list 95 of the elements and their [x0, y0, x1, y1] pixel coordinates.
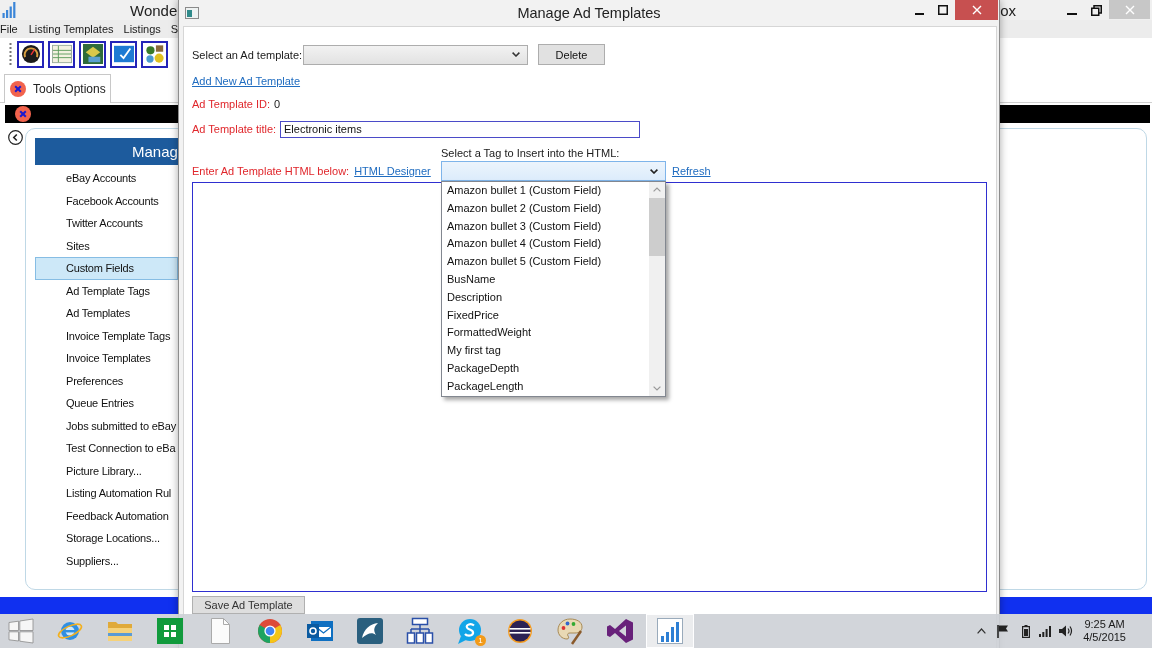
sidebar-item[interactable]: Ad Template Tags: [35, 279, 178, 302]
dropdown-option[interactable]: Amazon bullet 4 (Custom Field): [442, 235, 649, 254]
dropdown-option[interactable]: PackageLength: [442, 377, 649, 396]
palette-icon[interactable]: [556, 617, 584, 645]
close-icon[interactable]: [15, 106, 31, 122]
chevron-up-icon[interactable]: [977, 628, 987, 634]
battery-icon[interactable]: [1022, 624, 1031, 638]
gauge-icon: [20, 44, 41, 64]
dropdown-option[interactable]: BusName: [442, 271, 649, 289]
dropdown-option[interactable]: Amazon bullet 3 (Custom Field): [442, 217, 649, 236]
checkmark-icon: [113, 44, 134, 64]
toolbar-button[interactable]: [110, 40, 137, 68]
scrollbar-thumb[interactable]: [649, 198, 665, 256]
sidebar-item[interactable]: Sites: [35, 234, 178, 257]
table-icon: [51, 44, 72, 64]
toolbar-button[interactable]: [141, 40, 168, 68]
sidebar-item[interactable]: Facebook Accounts: [35, 189, 178, 212]
dropdown-option[interactable]: Amazon bullet 2 (Custom Field): [442, 199, 649, 218]
field-label: Ad Template ID:: [192, 98, 271, 110]
sidebar-item[interactable]: Twitter Accounts: [35, 212, 178, 235]
dropdown-option[interactable]: Amazon bullet 1 (Custom Field): [442, 182, 649, 200]
maximize-icon[interactable]: [938, 5, 948, 15]
sidebar-item[interactable]: Suppliers...: [35, 549, 178, 572]
chat-bubble-icon[interactable]: [456, 617, 484, 645]
close-icon: [971, 5, 982, 15]
chevron-down-icon: [650, 168, 658, 174]
sidebar-item[interactable]: Ad Templates: [35, 302, 178, 325]
tab[interactable]: Tools Options: [4, 74, 111, 103]
dropdown-option[interactable]: FixedPrice: [442, 306, 649, 325]
toolbar-button[interactable]: [48, 40, 75, 68]
sidebar-item[interactable]: Listing Automation Rul: [35, 482, 178, 505]
notification-badge: 1: [475, 635, 486, 646]
template-id: 0: [274, 98, 281, 110]
dropdown-option[interactable]: My first tag: [442, 342, 649, 360]
scrollbar[interactable]: [649, 182, 665, 396]
sidebar-item[interactable]: Invoice Templates: [35, 347, 178, 370]
field-label: Ad Template title:: [192, 123, 278, 135]
field-label: Select a Tag to Insert into the HTML:: [441, 147, 621, 159]
refresh-link[interactable]: Refresh: [666, 165, 711, 177]
window-title: ox: [1000, 1, 1016, 19]
bar-chart-icon: [2, 2, 16, 18]
delete-button[interactable]: Delete: [538, 44, 605, 65]
clock-date[interactable]: 4/5/2015: [1083, 631, 1126, 644]
restore-icon[interactable]: [1091, 4, 1102, 16]
window-icon: [185, 7, 199, 19]
menu-item[interactable]: S: [170, 23, 179, 35]
striped-circle-icon[interactable]: [506, 617, 534, 645]
save-button[interactable]: Save Ad Template: [192, 596, 305, 614]
tag-icon: [82, 44, 103, 64]
shapes-icon: [144, 44, 165, 64]
window-title: Wonde: [130, 1, 178, 19]
dialog-title: Manage Ad Templates: [516, 5, 662, 21]
grip-icon[interactable]: [9, 43, 12, 65]
dropdown-option[interactable]: Description: [442, 288, 649, 307]
menu-item[interactable]: Listings: [123, 23, 161, 35]
sidebar-item[interactable]: eBay Accounts: [35, 167, 178, 190]
sidebar-item[interactable]: Test Connection to eBa: [35, 437, 178, 460]
sidebar-item[interactable]: Feedback Automation: [35, 504, 178, 527]
dropdown-option[interactable]: PackageDepth: [442, 359, 649, 378]
chevron-down-icon[interactable]: [653, 385, 661, 391]
html-designer-link[interactable]: HTML Designer: [354, 165, 431, 177]
toolbar-button[interactable]: [17, 40, 44, 68]
dropdown-option[interactable]: FormattedWeight: [442, 324, 649, 343]
close-icon: [1124, 4, 1135, 15]
menu-item[interactable]: Listing Templates: [28, 23, 114, 35]
sidebar-item[interactable]: Custom Fields: [35, 257, 178, 280]
sidebar-header: Manag: [35, 138, 178, 165]
back-icon[interactable]: [8, 130, 23, 145]
sidebar-item[interactable]: Queue Entries: [35, 392, 178, 415]
window-panes-icon[interactable]: [8, 618, 34, 644]
taskbar-button[interactable]: [646, 614, 694, 648]
segmented-circle-icon[interactable]: [256, 617, 284, 645]
clock-time[interactable]: 9:25 AM: [1084, 618, 1125, 631]
close-icon[interactable]: [10, 81, 26, 97]
speaker-icon[interactable]: [1059, 625, 1074, 637]
sidebar-item[interactable]: Preferences: [35, 369, 178, 392]
toolbar-button[interactable]: [79, 40, 106, 68]
sidebar-item[interactable]: Picture Library...: [35, 459, 178, 482]
field-label: Select an Ad template:: [192, 48, 303, 61]
tile-grid-icon[interactable]: [156, 617, 184, 645]
menu-item[interactable]: File: [0, 23, 18, 35]
signal-bars-icon[interactable]: [1039, 625, 1052, 637]
hierarchy-icon[interactable]: [406, 617, 434, 645]
chevron-down-icon: [512, 52, 520, 57]
sidebar-item[interactable]: Jobs submitted to eBay: [35, 414, 178, 437]
add-template-link[interactable]: Add New Ad Template: [192, 75, 301, 87]
swoosh-tile-icon[interactable]: [356, 617, 384, 645]
field-label: Enter Ad Template HTML below:: [192, 165, 350, 177]
flag-icon[interactable]: [997, 624, 1010, 638]
sidebar-item[interactable]: Invoice Template Tags: [35, 324, 178, 347]
title-input[interactable]: Electronic items: [280, 120, 640, 138]
sidebar-item[interactable]: Storage Locations...: [35, 527, 178, 550]
loop-icon[interactable]: [606, 617, 634, 645]
dropdown-option[interactable]: Amazon bullet 5 (Custom Field): [442, 253, 649, 271]
bar-chart-icon[interactable]: [656, 617, 684, 645]
